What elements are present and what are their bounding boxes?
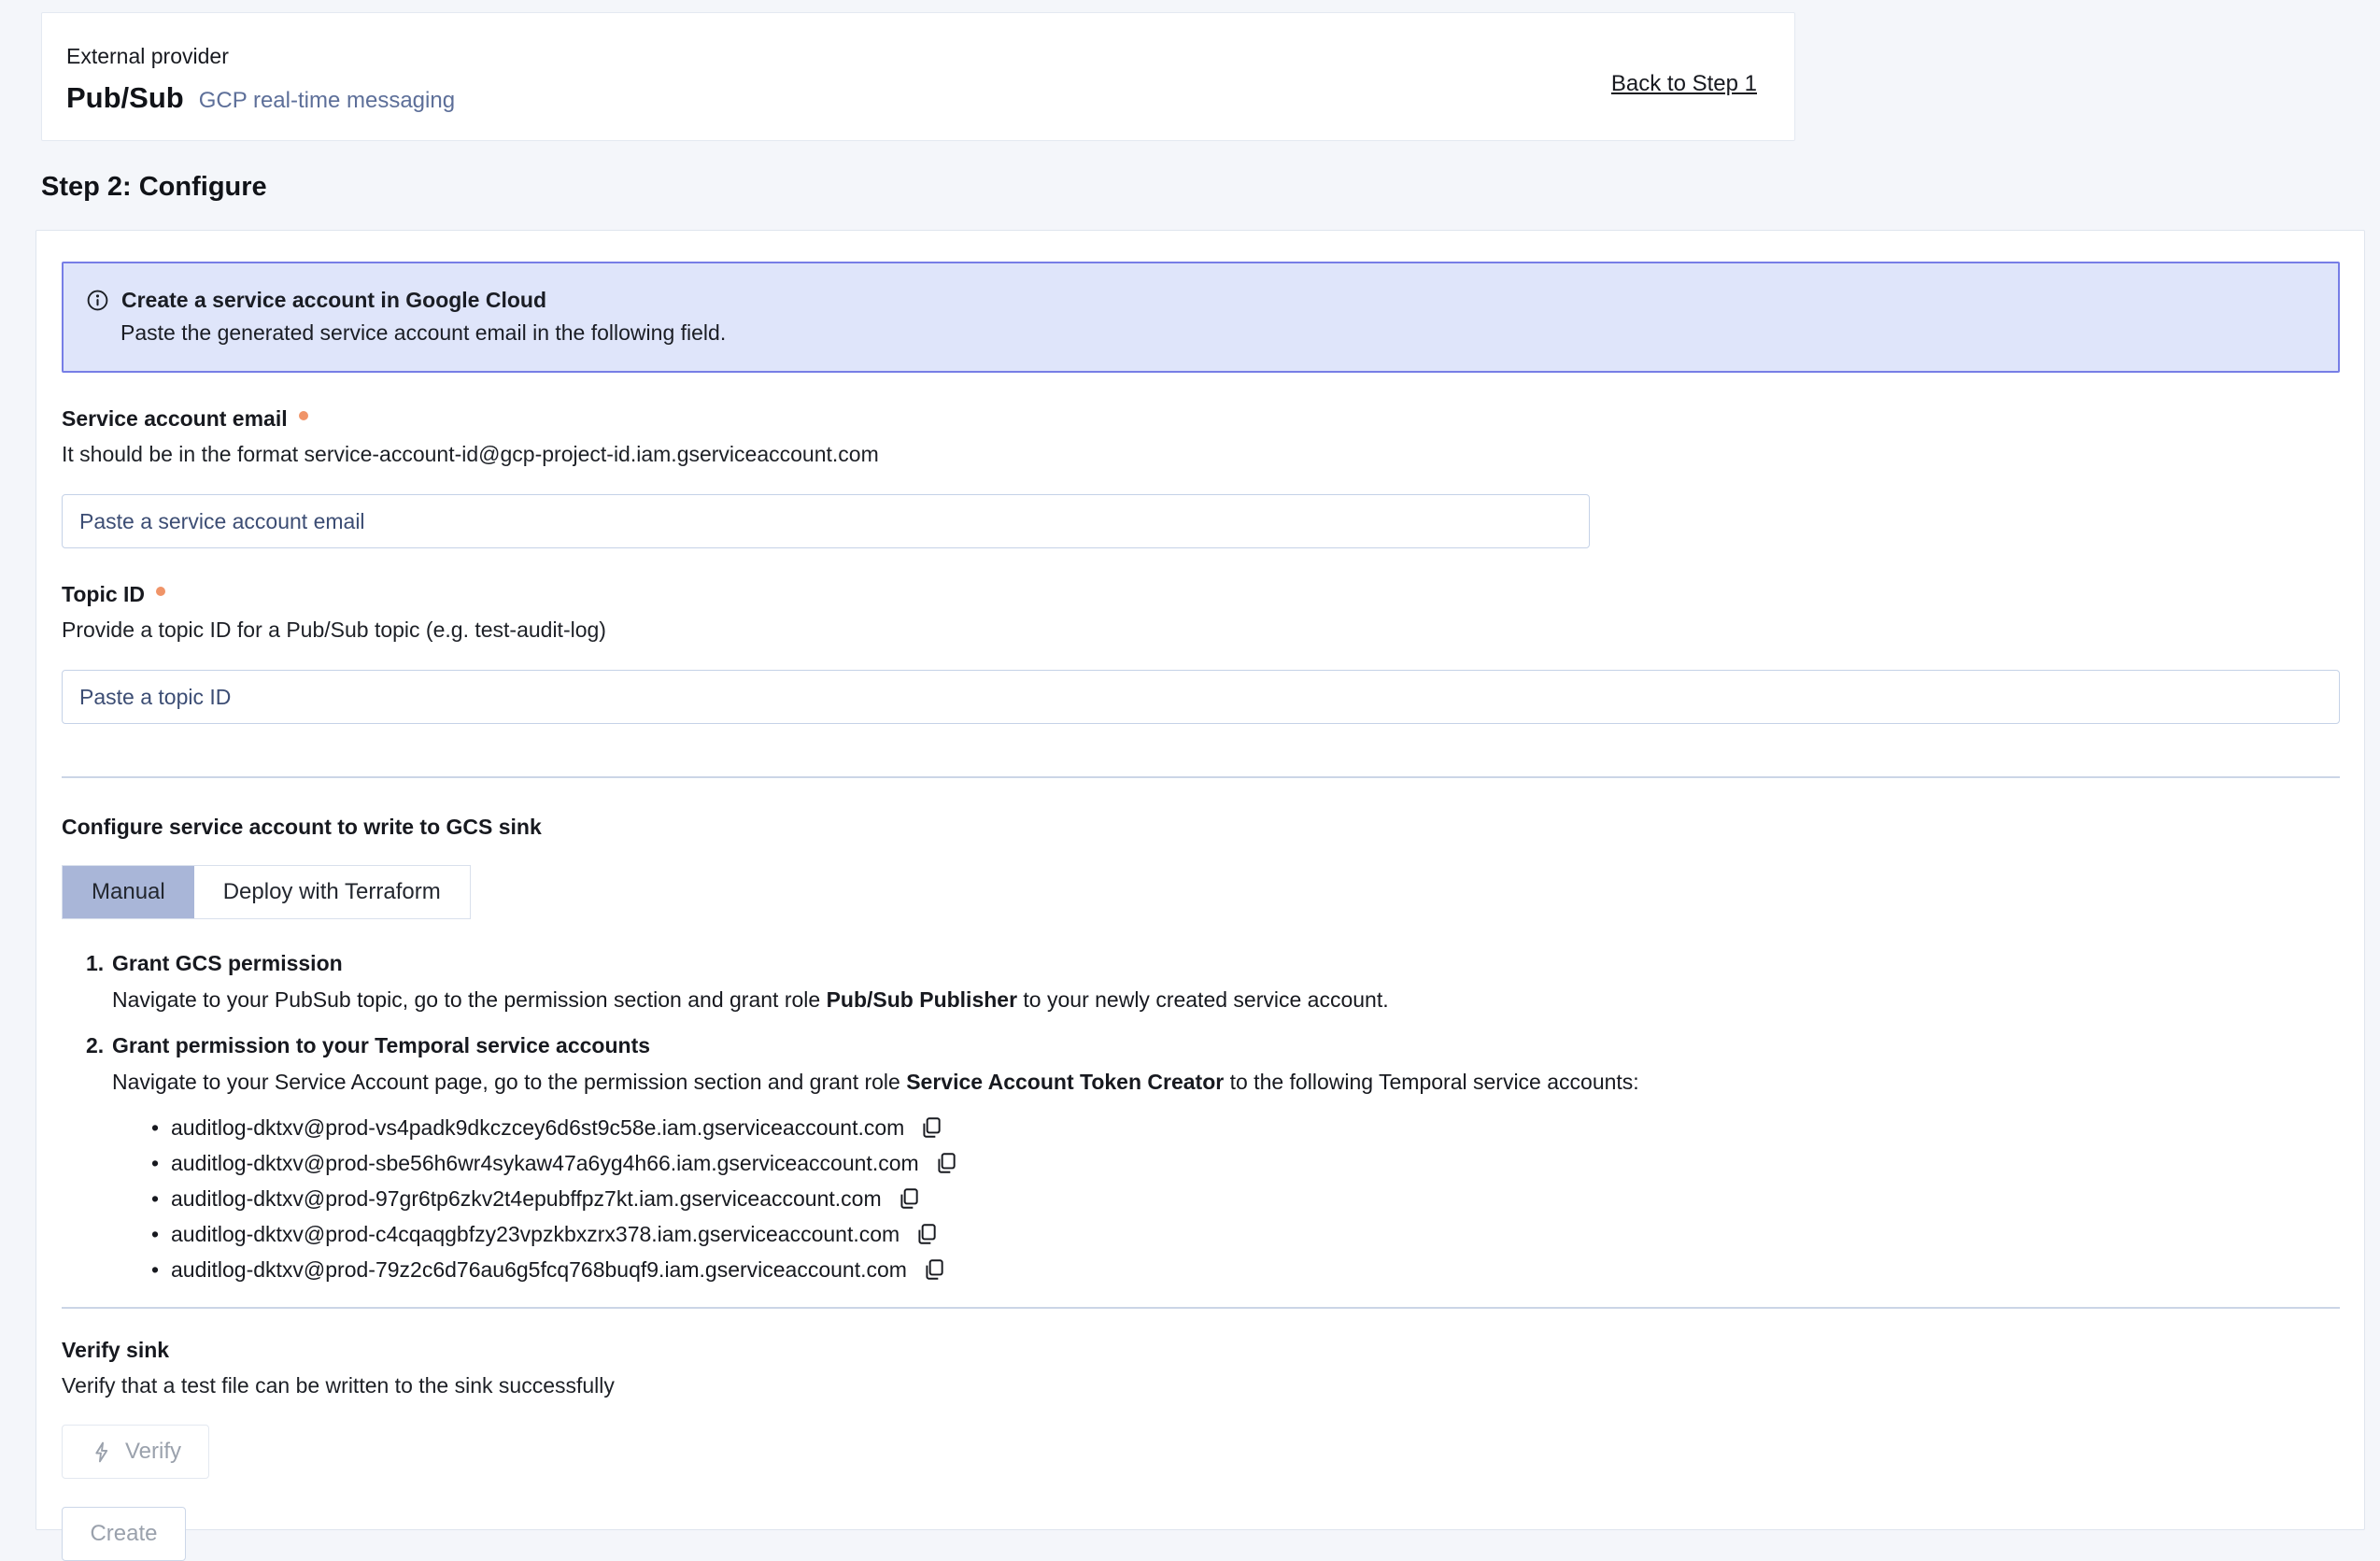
step-1-role: Pub/Sub Publisher xyxy=(827,987,1017,1012)
step-2-text-before: Navigate to your Service Account page, g… xyxy=(112,1070,906,1094)
step-2-role: Service Account Token Creator xyxy=(906,1070,1224,1094)
list-item: • auditlog-dktxv@prod-sbe56h6wr4sykaw47a… xyxy=(147,1145,2338,1181)
service-account-email: auditlog-dktxv@prod-97gr6tp6zkv2t4epubff… xyxy=(171,1186,882,1212)
verify-sink-description: Verify that a test file can be written t… xyxy=(62,1373,2338,1398)
create-button-label: Create xyxy=(90,1521,157,1547)
configure-card: Create a service account in Google Cloud… xyxy=(35,230,2365,1530)
topic-id-label-row: Topic ID xyxy=(62,582,2338,607)
tab-deploy-with-terraform[interactable]: Deploy with Terraform xyxy=(194,866,470,918)
provider-card: External provider Pub/Sub GCP real-time … xyxy=(41,12,1795,141)
verify-button-label: Verify xyxy=(125,1439,181,1465)
provider-name-row: Pub/Sub GCP real-time messaging xyxy=(66,81,455,115)
copy-button[interactable] xyxy=(913,1220,941,1248)
service-account-email: auditlog-dktxv@prod-79z2c6d76au6g5fcq768… xyxy=(171,1257,907,1283)
service-account-email: auditlog-dktxv@prod-sbe56h6wr4sykaw47a6y… xyxy=(171,1151,919,1176)
configure-section-heading: Configure service account to write to GC… xyxy=(62,815,2338,840)
step-2-body: Navigate to your Service Account page, g… xyxy=(112,1070,2338,1095)
service-account-email-input[interactable] xyxy=(62,494,1590,548)
service-account-email-label-row: Service account email xyxy=(62,406,2338,432)
step-2-title-row: 2. Grant permission to your Temporal ser… xyxy=(86,1033,2338,1058)
configure-tabs: Manual Deploy with Terraform xyxy=(62,865,471,919)
service-account-email-label: Service account email xyxy=(62,406,288,432)
service-account-email-helper: It should be in the format service-accou… xyxy=(62,442,2338,467)
provider-eyebrow: External provider xyxy=(66,44,455,69)
info-banner-title-row: Create a service account in Google Cloud xyxy=(86,288,2319,313)
step-1-title-row: 1. Grant GCS permission xyxy=(86,951,2338,976)
copy-icon xyxy=(919,1115,943,1140)
lightning-bolt-icon xyxy=(90,1440,113,1464)
step-2-text-after: to the following Temporal service accoun… xyxy=(1224,1070,1638,1094)
copy-icon xyxy=(914,1222,939,1246)
create-button[interactable]: Create xyxy=(62,1507,186,1561)
step-1-body: Navigate to your PubSub topic, go to the… xyxy=(112,987,2338,1013)
section-divider xyxy=(62,1307,2340,1309)
topic-id-helper: Provide a topic ID for a Pub/Sub topic (… xyxy=(62,617,2338,643)
copy-button[interactable] xyxy=(917,1114,945,1142)
step-2-number: 2. xyxy=(86,1033,105,1058)
service-account-email: auditlog-dktxv@prod-c4cqaqgbfzy23vpzkbxz… xyxy=(171,1222,900,1247)
instruction-steps: 1. Grant GCS permission Navigate to your… xyxy=(86,951,2338,1287)
provider-info: External provider Pub/Sub GCP real-time … xyxy=(66,44,455,140)
copy-button[interactable] xyxy=(932,1149,960,1177)
service-account-list: • auditlog-dktxv@prod-vs4padk9dkczcey6d6… xyxy=(147,1110,2338,1287)
section-divider xyxy=(62,776,2340,778)
copy-icon xyxy=(897,1186,921,1211)
provider-name: Pub/Sub xyxy=(66,81,184,115)
info-banner-title: Create a service account in Google Cloud xyxy=(121,288,546,313)
copy-icon xyxy=(922,1257,946,1282)
step-1-title: Grant GCS permission xyxy=(112,951,343,976)
bullet: • xyxy=(147,1257,163,1283)
required-indicator xyxy=(299,411,308,420)
step-1-text-after: to your newly created service account. xyxy=(1017,987,1389,1012)
step-2-title: Grant permission to your Temporal servic… xyxy=(112,1033,650,1058)
copy-button[interactable] xyxy=(920,1256,948,1284)
required-indicator xyxy=(156,587,165,596)
service-account-email: auditlog-dktxv@prod-vs4padk9dkczcey6d6st… xyxy=(171,1115,904,1141)
topic-id-label: Topic ID xyxy=(62,582,145,607)
verify-sink-heading: Verify sink xyxy=(62,1338,2338,1363)
page-title: Step 2: Configure xyxy=(41,172,2380,203)
bullet: • xyxy=(147,1222,163,1247)
tab-manual[interactable]: Manual xyxy=(63,866,194,918)
list-item: • auditlog-dktxv@prod-c4cqaqgbfzy23vpzkb… xyxy=(147,1216,2338,1252)
step-1-text-before: Navigate to your PubSub topic, go to the… xyxy=(112,987,827,1012)
info-banner-body: Paste the generated service account emai… xyxy=(120,320,2319,346)
step-1-number: 1. xyxy=(86,951,105,976)
bullet: • xyxy=(147,1115,163,1141)
list-item: • auditlog-dktxv@prod-vs4padk9dkczcey6d6… xyxy=(147,1110,2338,1145)
verify-button[interactable]: Verify xyxy=(62,1425,209,1479)
list-item: • auditlog-dktxv@prod-97gr6tp6zkv2t4epub… xyxy=(147,1181,2338,1216)
bullet: • xyxy=(147,1151,163,1176)
topic-id-input[interactable] xyxy=(62,670,2340,724)
list-item: • auditlog-dktxv@prod-79z2c6d76au6g5fcq7… xyxy=(147,1252,2338,1287)
bullet: • xyxy=(147,1186,163,1212)
provider-subtitle: GCP real-time messaging xyxy=(199,88,455,114)
info-circle-icon xyxy=(86,289,109,312)
copy-button[interactable] xyxy=(895,1185,923,1213)
copy-icon xyxy=(934,1151,958,1175)
info-banner: Create a service account in Google Cloud… xyxy=(62,262,2340,373)
back-to-step-1-link[interactable]: Back to Step 1 xyxy=(1611,71,1757,97)
